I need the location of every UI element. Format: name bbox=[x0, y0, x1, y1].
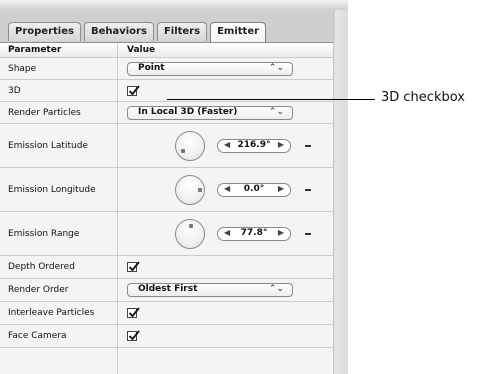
increment-arrow-icon[interactable]: ▶ bbox=[278, 140, 284, 149]
row-label: Emission Range bbox=[0, 212, 118, 255]
callout-label: 3D checkbox bbox=[381, 90, 465, 105]
row-label: Emission Latitude bbox=[0, 124, 118, 167]
callout-line bbox=[167, 99, 375, 100]
checkmark-icon bbox=[128, 84, 140, 95]
row-label: Render Order bbox=[0, 279, 118, 301]
row-value: ◀ 216.9° ▶ bbox=[119, 124, 333, 167]
tab-properties[interactable]: Properties bbox=[8, 22, 81, 41]
row-emission-range: Emission Range ◀ 77.8° ▶ bbox=[0, 212, 333, 256]
row-interleave-particles: Interleave Particles bbox=[0, 302, 333, 325]
header-parameter: Parameter bbox=[0, 43, 118, 57]
row-label: Interleave Particles bbox=[0, 302, 118, 324]
row-value bbox=[119, 256, 333, 278]
row-value bbox=[119, 80, 333, 101]
interleave-particles-checkbox[interactable] bbox=[127, 307, 140, 318]
vertical-scrollbar[interactable] bbox=[333, 42, 348, 374]
tab-bar: Properties Behaviors Filters Emitter bbox=[8, 22, 269, 43]
row-value bbox=[119, 302, 333, 324]
emission-range-stepper[interactable]: ◀ 77.8° ▶ bbox=[217, 226, 291, 241]
row-value bbox=[119, 325, 333, 347]
table-header: Parameter Value bbox=[0, 43, 333, 58]
depth-ordered-checkbox[interactable] bbox=[127, 261, 140, 272]
row-face-camera: Face Camera bbox=[0, 325, 333, 348]
emission-longitude-stepper[interactable]: ◀ 0.0° ▶ bbox=[217, 182, 291, 197]
row-value: Oldest First ⌃⌄ bbox=[119, 279, 333, 301]
row-render-particles: Render Particles In Local 3D (Faster) ⌃⌄ bbox=[0, 102, 333, 124]
inspector-panel: Properties Behaviors Filters Emitter Par… bbox=[0, 0, 348, 374]
dial-indicator bbox=[189, 223, 193, 228]
row-value: ◀ 0.0° ▶ bbox=[119, 168, 333, 211]
popup-value: Point bbox=[138, 62, 165, 73]
render-order-popup[interactable]: Oldest First ⌃⌄ bbox=[127, 283, 293, 297]
parameter-table: Parameter Value Shape Point ⌃⌄ 3D Render… bbox=[0, 42, 333, 374]
increment-arrow-icon[interactable]: ▶ bbox=[278, 184, 284, 193]
row-value: Point ⌃⌄ bbox=[119, 58, 333, 79]
checkmark-icon bbox=[128, 307, 140, 318]
row-label: Depth Ordered bbox=[0, 256, 118, 278]
popup-value: Oldest First bbox=[138, 284, 198, 294]
row-empty bbox=[0, 348, 333, 374]
checkmark-icon bbox=[128, 261, 140, 272]
row-label-empty bbox=[0, 348, 118, 374]
emission-latitude-dial[interactable] bbox=[175, 130, 205, 161]
row-value: In Local 3D (Faster) ⌃⌄ bbox=[119, 102, 333, 123]
row-emission-latitude: Emission Latitude ◀ 216.9° ▶ bbox=[0, 124, 333, 168]
header-value: Value bbox=[127, 45, 156, 55]
minus-icon[interactable] bbox=[305, 232, 311, 235]
tab-emitter[interactable]: Emitter bbox=[210, 22, 267, 43]
row-emission-longitude: Emission Longitude ◀ 0.0° ▶ bbox=[0, 168, 333, 212]
header-value-cell: Value bbox=[119, 43, 333, 57]
row-label: Face Camera bbox=[0, 325, 118, 347]
emission-latitude-stepper[interactable]: ◀ 216.9° ▶ bbox=[217, 138, 291, 153]
render-particles-popup[interactable]: In Local 3D (Faster) ⌃⌄ bbox=[127, 105, 293, 120]
dial-indicator bbox=[181, 148, 185, 153]
row-label: Shape bbox=[0, 58, 118, 79]
3d-checkbox[interactable] bbox=[127, 84, 140, 96]
tab-filters[interactable]: Filters bbox=[156, 22, 208, 41]
emission-longitude-dial[interactable] bbox=[175, 174, 205, 205]
row-label: 3D bbox=[0, 80, 118, 101]
dial-indicator bbox=[198, 187, 202, 192]
face-camera-checkbox[interactable] bbox=[127, 330, 140, 341]
row-label: Render Particles bbox=[0, 102, 118, 123]
emission-range-dial[interactable] bbox=[175, 218, 205, 249]
tab-behaviors[interactable]: Behaviors bbox=[83, 22, 154, 41]
popup-arrows-icon: ⌃⌄ bbox=[268, 106, 284, 117]
minus-icon[interactable] bbox=[305, 144, 311, 147]
popup-arrows-icon: ⌃⌄ bbox=[268, 62, 284, 73]
row-label: Emission Longitude bbox=[0, 168, 118, 211]
row-render-order: Render Order Oldest First ⌃⌄ bbox=[0, 279, 333, 302]
shape-popup[interactable]: Point ⌃⌄ bbox=[127, 61, 293, 76]
row-value: ◀ 77.8° ▶ bbox=[119, 212, 333, 255]
popup-value: In Local 3D (Faster) bbox=[138, 106, 238, 117]
increment-arrow-icon[interactable]: ▶ bbox=[278, 228, 284, 237]
checkmark-icon bbox=[128, 330, 140, 341]
minus-icon[interactable] bbox=[305, 188, 311, 191]
row-depth-ordered: Depth Ordered bbox=[0, 256, 333, 279]
popup-arrows-icon: ⌃⌄ bbox=[268, 284, 284, 294]
row-shape: Shape Point ⌃⌄ bbox=[0, 58, 333, 80]
